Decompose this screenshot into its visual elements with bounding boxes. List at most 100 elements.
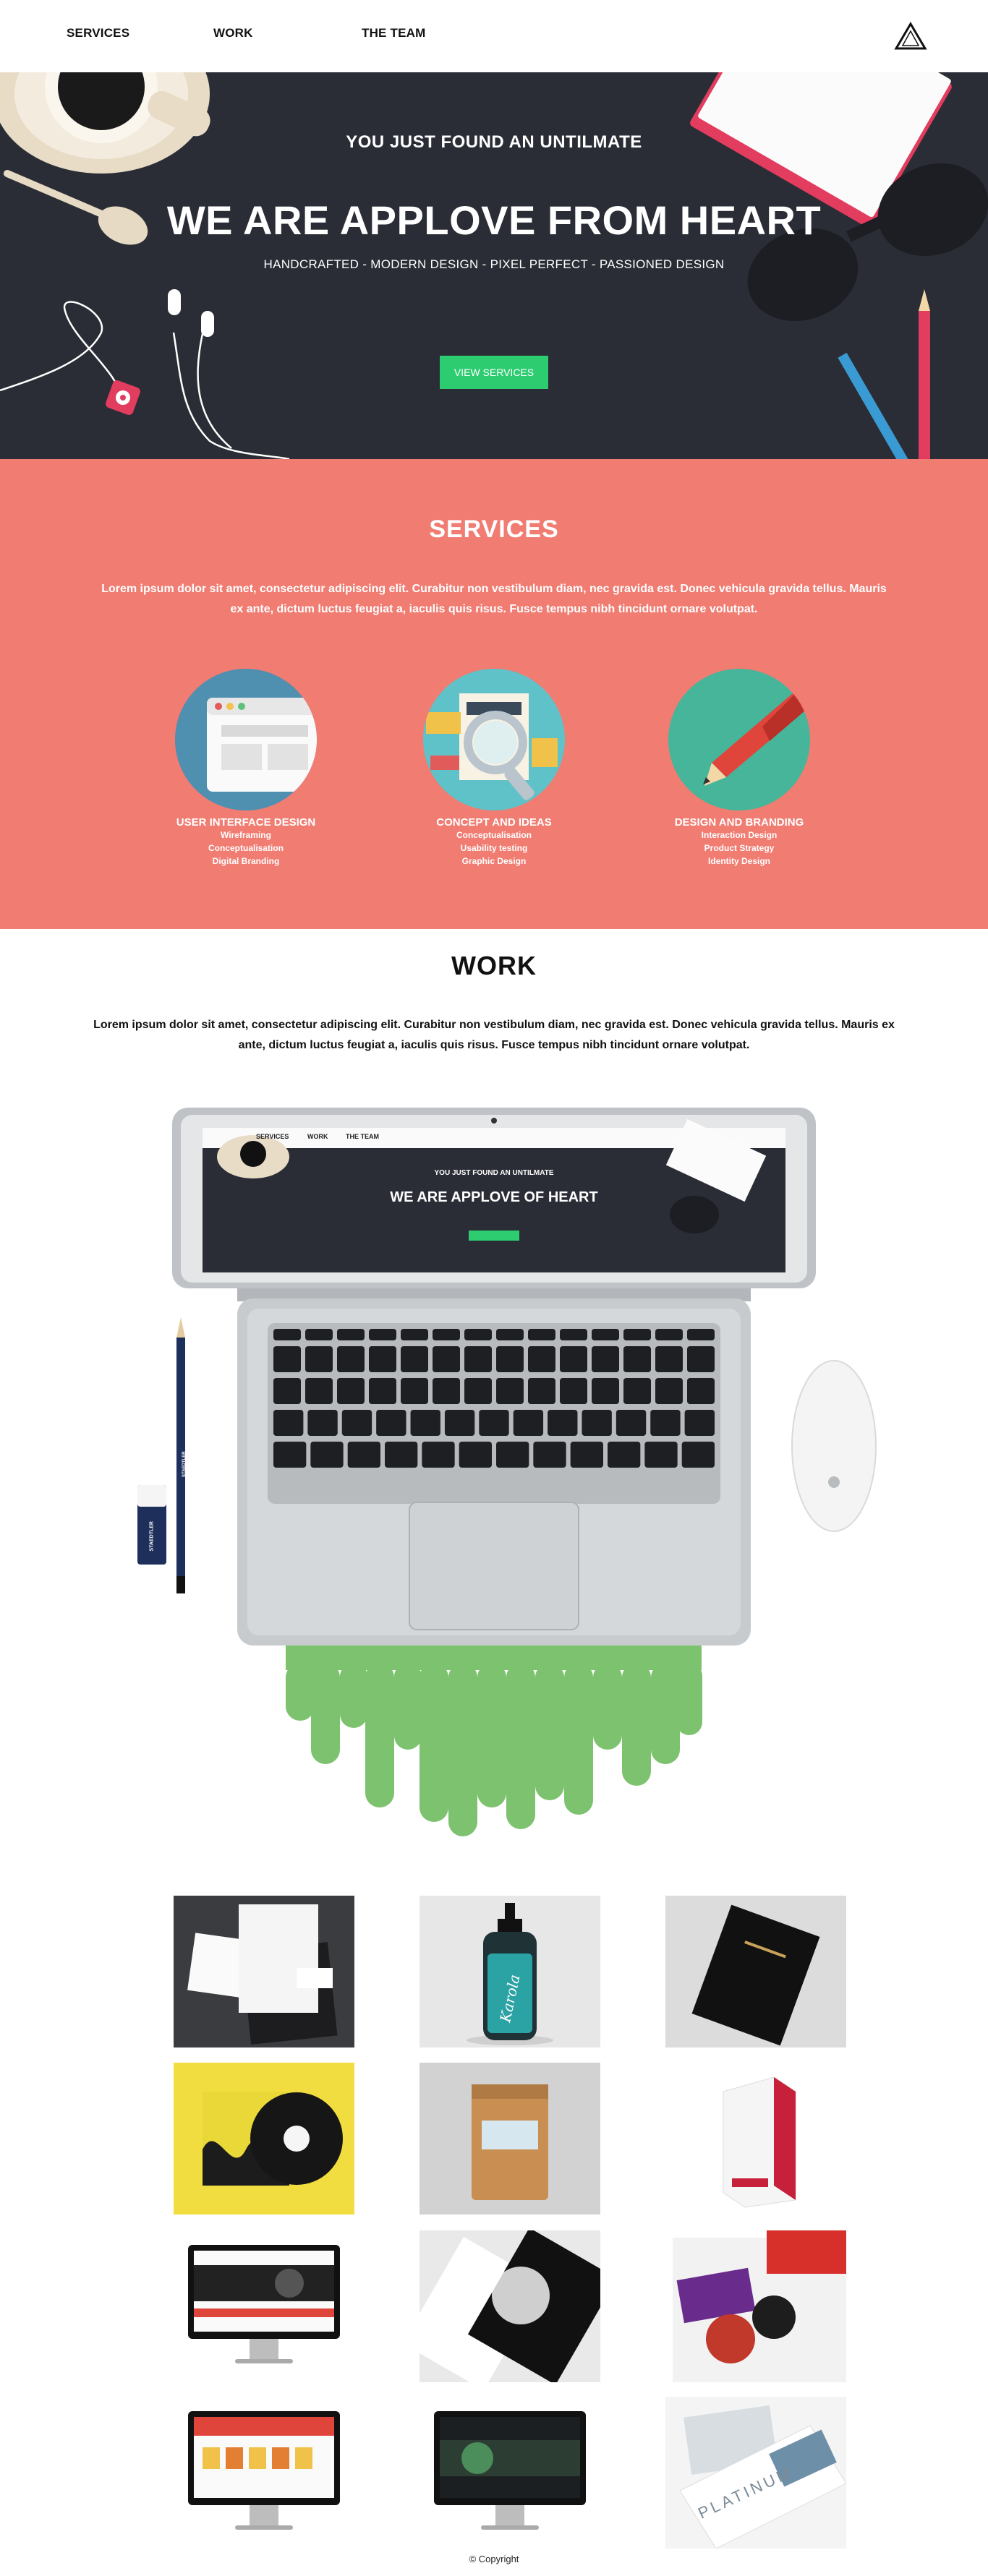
mouse-icon <box>791 1360 877 1532</box>
keyboard-key <box>528 1346 555 1372</box>
keyboard-key <box>616 1410 647 1436</box>
keyboard-key <box>337 1346 365 1372</box>
portfolio-item-website-1[interactable] <box>174 2230 354 2382</box>
nav-link-team[interactable]: THE TEAM <box>362 26 425 40</box>
service-card-concept[interactable]: CONCEPT AND IDEAS Conceptualisation Usab… <box>407 669 581 868</box>
keyboard-key <box>560 1378 587 1404</box>
keyboard-key <box>623 1346 651 1372</box>
keyboard-key <box>337 1329 365 1340</box>
view-services-button[interactable]: VIEW SERVICES <box>440 356 548 389</box>
earbud-icon <box>201 311 214 337</box>
hero-title: WE ARE APPLOVE FROM HEART <box>166 197 822 243</box>
keyboard-key <box>401 1346 428 1372</box>
portfolio-item-coffee-bag[interactable] <box>420 2063 600 2215</box>
keyboard-key <box>401 1329 428 1340</box>
laptop-nav-work: WORK <box>307 1133 328 1140</box>
keyboard-key <box>644 1442 678 1468</box>
service-card-ui-design[interactable]: USER INTERFACE DESIGN Wireframing Concep… <box>159 669 333 868</box>
trackpad <box>409 1502 579 1630</box>
hero-section: YOU JUST FOUND AN UNTILMATE WE ARE APPLO… <box>0 72 988 459</box>
list-item: Conceptualisation <box>456 830 532 840</box>
service-list: Conceptualisation Usability testing Grap… <box>407 829 581 868</box>
portfolio-item-platinum[interactable]: PLATINUM <box>665 2397 846 2549</box>
keyboard-key <box>459 1442 492 1468</box>
portfolio-item-bottle[interactable]: Karola <box>420 1896 600 2047</box>
keyboard-key <box>655 1378 683 1404</box>
keyboard-key <box>464 1329 492 1340</box>
footer-copyright: © Copyright <box>469 2554 519 2564</box>
keyboard-key <box>369 1346 396 1372</box>
portfolio-item-stationery[interactable] <box>174 1896 354 2047</box>
keyboard-key <box>650 1410 681 1436</box>
pencil-icon <box>838 289 930 459</box>
keyboard-key <box>608 1442 641 1468</box>
keyboard-key <box>479 1410 509 1436</box>
keyboard-key <box>513 1410 544 1436</box>
keyboard-key <box>341 1410 372 1436</box>
keyboard-key <box>464 1346 492 1372</box>
keyboard-key <box>592 1378 619 1404</box>
keyboard-key <box>496 1442 529 1468</box>
nav-link-work[interactable]: WORK <box>213 26 253 40</box>
keyboard-key <box>623 1378 651 1404</box>
keyboard-key <box>528 1329 555 1340</box>
keyboard-key <box>592 1346 619 1372</box>
keyboard-key <box>410 1410 440 1436</box>
list-item: Wireframing <box>221 830 271 840</box>
keyboard-key <box>684 1410 715 1436</box>
keyboard-key <box>592 1329 619 1340</box>
laptop-screen-kicker: YOU JUST FOUND AN UNTILMATE <box>434 1169 554 1177</box>
keyboard-key <box>496 1329 524 1340</box>
portfolio-item-website-3[interactable] <box>420 2397 600 2549</box>
keyboard-key <box>655 1346 683 1372</box>
browser-window-icon <box>175 669 317 810</box>
list-item: Digital Branding <box>212 856 280 866</box>
services-description: Lorem ipsum dolor sit amet, consectetur … <box>101 583 887 615</box>
laptop-screen-title: WE ARE APPLOVE OF HEART <box>390 1189 598 1205</box>
list-item: Usability testing <box>460 843 528 853</box>
keyboard-key <box>376 1410 406 1436</box>
service-card-branding[interactable]: DESIGN AND BRANDING Interaction Design P… <box>652 669 826 868</box>
keyboard-key <box>655 1329 683 1340</box>
work-title: WORK <box>451 951 537 980</box>
keyboard-key <box>273 1329 301 1340</box>
keyboard-key <box>305 1346 333 1372</box>
service-title: DESIGN AND BRANDING <box>674 816 804 829</box>
keyboard-key <box>273 1346 301 1372</box>
keyboard-key <box>560 1346 587 1372</box>
keyboard-key <box>337 1378 365 1404</box>
services-section: SERVICES Lorem ipsum dolor sit amet, con… <box>0 459 988 929</box>
keyboard-key <box>433 1346 460 1372</box>
keyboard-key <box>385 1442 418 1468</box>
keyboard-key <box>347 1442 380 1468</box>
keyboard-key <box>433 1378 460 1404</box>
top-nav: SERVICES WORK THE TEAM <box>0 0 988 72</box>
hero-subtitle: HANDCRAFTED - MODERN DESIGN - PIXEL PERF… <box>263 257 725 271</box>
portfolio-item-box[interactable] <box>665 2063 846 2215</box>
list-item: Product Strategy <box>704 843 775 853</box>
portfolio-item-website-2[interactable] <box>174 2397 354 2549</box>
service-title: USER INTERFACE DESIGN <box>176 816 316 829</box>
keyboard-key <box>623 1329 651 1340</box>
keyboard-key <box>496 1378 524 1404</box>
portfolio-item-book[interactable] <box>665 1896 846 2047</box>
keyboard-key <box>422 1442 455 1468</box>
portfolio-item-vinyl[interactable] <box>174 2063 354 2215</box>
keyboard-key <box>273 1410 304 1436</box>
portfolio-item-brand-identity[interactable] <box>420 2230 600 2382</box>
list-item: Conceptualisation <box>208 843 284 853</box>
services-title: SERVICES <box>429 515 559 543</box>
keyboard-key <box>496 1346 524 1372</box>
nav-link-services[interactable]: SERVICES <box>67 26 129 40</box>
pencil-icon <box>668 669 810 810</box>
laptop-showcase <box>0 1099 988 1887</box>
earphones-icon <box>0 301 290 459</box>
keyboard-key <box>369 1329 396 1340</box>
triangle-logo-icon[interactable] <box>894 22 927 51</box>
keyboard-key <box>305 1329 333 1340</box>
laptop-nav-services: SERVICES <box>256 1133 289 1140</box>
list-item: Interaction Design <box>701 830 778 840</box>
coffee-cup-icon <box>0 72 210 174</box>
keyboard-key <box>273 1442 307 1468</box>
portfolio-item-brochure[interactable] <box>665 2230 846 2382</box>
